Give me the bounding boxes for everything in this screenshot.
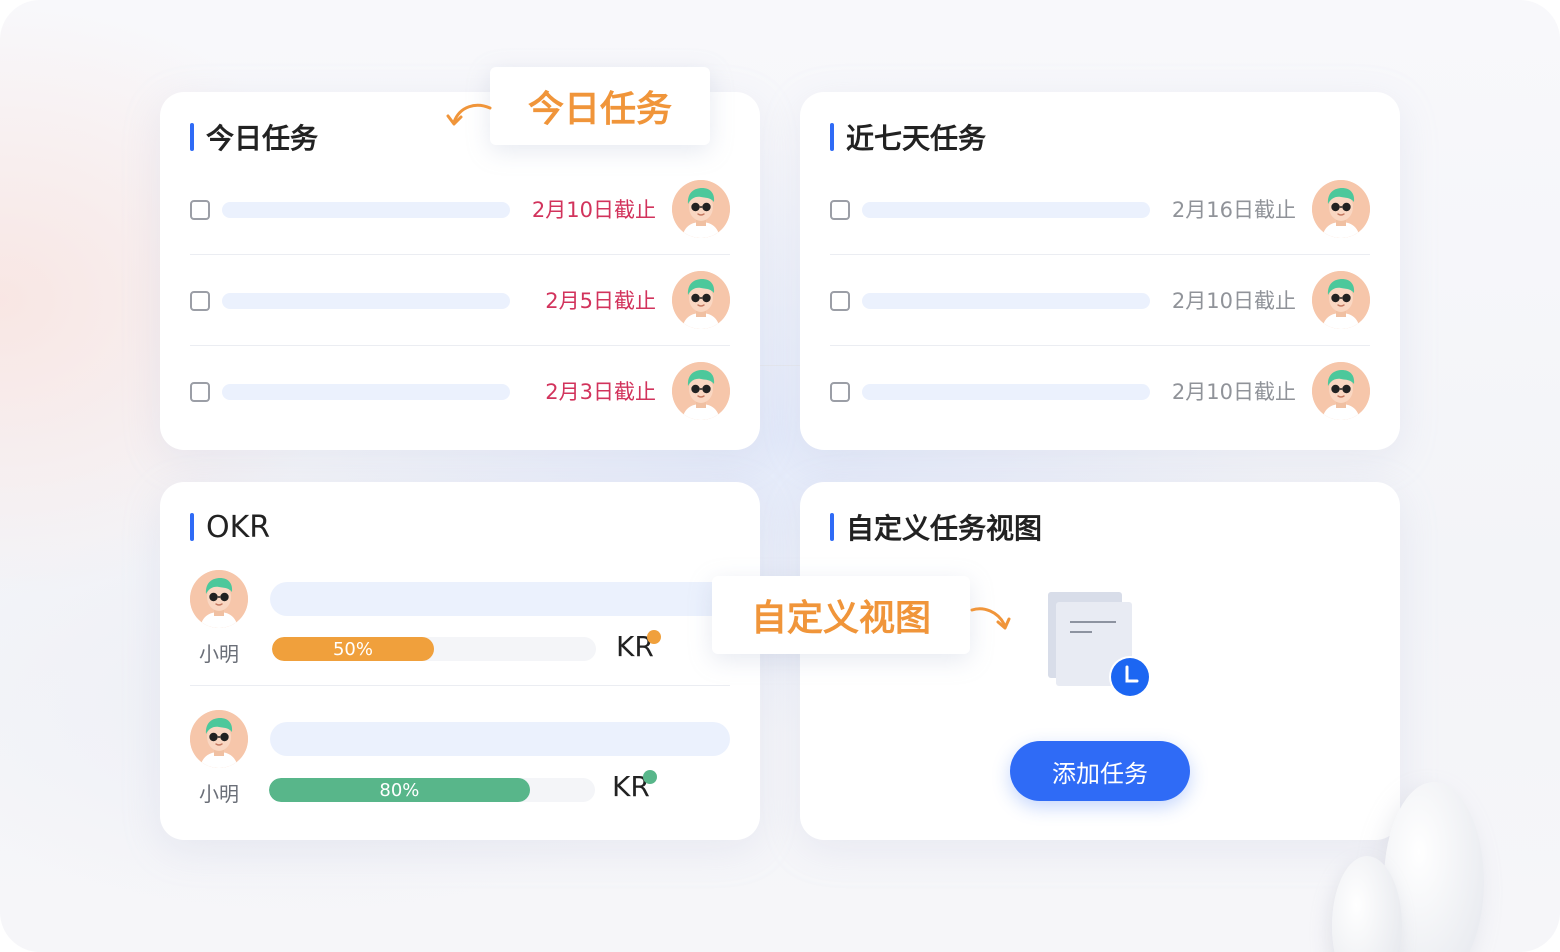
custom-view-title: 自定义任务视图: [830, 510, 1043, 545]
title-accent-bar: [830, 513, 834, 541]
task-deadline: 2月10日截止: [1171, 289, 1296, 313]
background: 今日任务 2月10日截止 2月5日截止 2月3日截止 近七天任务 2月16日截止…: [0, 0, 1560, 952]
custom-view-title-text: 自定义任务视图: [846, 512, 1043, 545]
week-tasks-title-text: 近七天任务: [846, 122, 987, 155]
task-text-placeholder: [862, 384, 1150, 400]
okr-objective-placeholder: [270, 722, 730, 756]
checkbox-icon[interactable]: [830, 382, 850, 402]
checkbox-icon[interactable]: [190, 200, 210, 220]
task-text-placeholder: [862, 293, 1150, 309]
okr-objective-placeholder: [270, 582, 740, 616]
avatar-icon: [1312, 271, 1370, 329]
task-row[interactable]: 2月16日截止: [830, 164, 1370, 255]
task-row[interactable]: 2月5日截止: [190, 254, 730, 345]
today-callout: 今日任务: [490, 67, 710, 145]
task-row[interactable]: 2月3日截止: [190, 345, 730, 436]
title-accent-bar: [190, 123, 194, 151]
task-text-placeholder: [222, 384, 510, 400]
okr-item[interactable]: 小明 80% KR: [190, 708, 730, 828]
okr-card: OKR 小明 50% KR 小明 80% KR: [160, 482, 760, 840]
curved-arrow-icon: [970, 602, 1014, 632]
clock-icon: [1108, 655, 1152, 699]
today-tasks-title: 今日任务: [190, 120, 319, 155]
okr-divider: [190, 685, 730, 686]
okr-progress-fill: 50%: [272, 637, 434, 661]
custom-view-callout: 自定义视图: [712, 576, 970, 654]
task-text-placeholder: [222, 293, 510, 309]
checkbox-icon[interactable]: [830, 200, 850, 220]
avatar-icon: [190, 710, 248, 768]
okr-owner-name: 小明: [199, 642, 239, 666]
okr-progress-bar: 80%: [269, 778, 595, 802]
task-text-placeholder: [222, 202, 510, 218]
task-text-placeholder: [862, 202, 1150, 218]
title-accent-bar: [830, 123, 834, 151]
task-row[interactable]: 2月10日截止: [830, 254, 1370, 345]
okr-title: OKR: [190, 509, 271, 545]
avatar-icon: [672, 362, 730, 420]
okr-owner-name: 小明: [199, 782, 239, 806]
kr-status-dot: [647, 630, 661, 644]
avatar-icon: [190, 570, 248, 628]
avatar-icon: [1312, 180, 1370, 238]
task-deadline: 2月10日截止: [531, 198, 656, 222]
okr-item[interactable]: 小明 50% KR: [190, 568, 740, 688]
avatar-icon: [1312, 362, 1370, 420]
task-row[interactable]: 2月10日截止: [190, 164, 730, 255]
week-tasks-card: 近七天任务 2月16日截止 2月10日截止 2月10日截止: [800, 92, 1400, 450]
today-tasks-card: 今日任务 2月10日截止 2月5日截止 2月3日截止: [160, 92, 760, 450]
okr-progress-fill: 80%: [269, 778, 530, 802]
okr-progress-label: 50%: [332, 638, 373, 660]
checkbox-icon[interactable]: [190, 291, 210, 311]
task-deadline: 2月3日截止: [545, 380, 656, 404]
title-accent-bar: [190, 513, 194, 541]
custom-view-card: 自定义任务视图 添加任务: [800, 482, 1400, 840]
week-tasks-title: 近七天任务: [830, 120, 987, 155]
curved-arrow-icon: [444, 98, 494, 132]
today-tasks-title-text: 今日任务: [206, 122, 319, 155]
avatar-icon: [672, 271, 730, 329]
checkbox-icon[interactable]: [190, 382, 210, 402]
okr-title-text: OKR: [206, 509, 271, 545]
task-deadline: 2月16日截止: [1171, 198, 1296, 222]
divider-line: [760, 365, 800, 366]
add-task-button[interactable]: 添加任务: [1010, 741, 1190, 801]
task-row[interactable]: 2月10日截止: [830, 345, 1370, 436]
kr-status-dot: [643, 770, 657, 784]
task-deadline: 2月5日截止: [545, 289, 656, 313]
okr-progress-label: 80%: [379, 779, 420, 801]
checkbox-icon[interactable]: [830, 291, 850, 311]
avatar-icon: [672, 180, 730, 238]
task-deadline: 2月10日截止: [1171, 380, 1296, 404]
okr-progress-bar: 50%: [272, 637, 596, 661]
